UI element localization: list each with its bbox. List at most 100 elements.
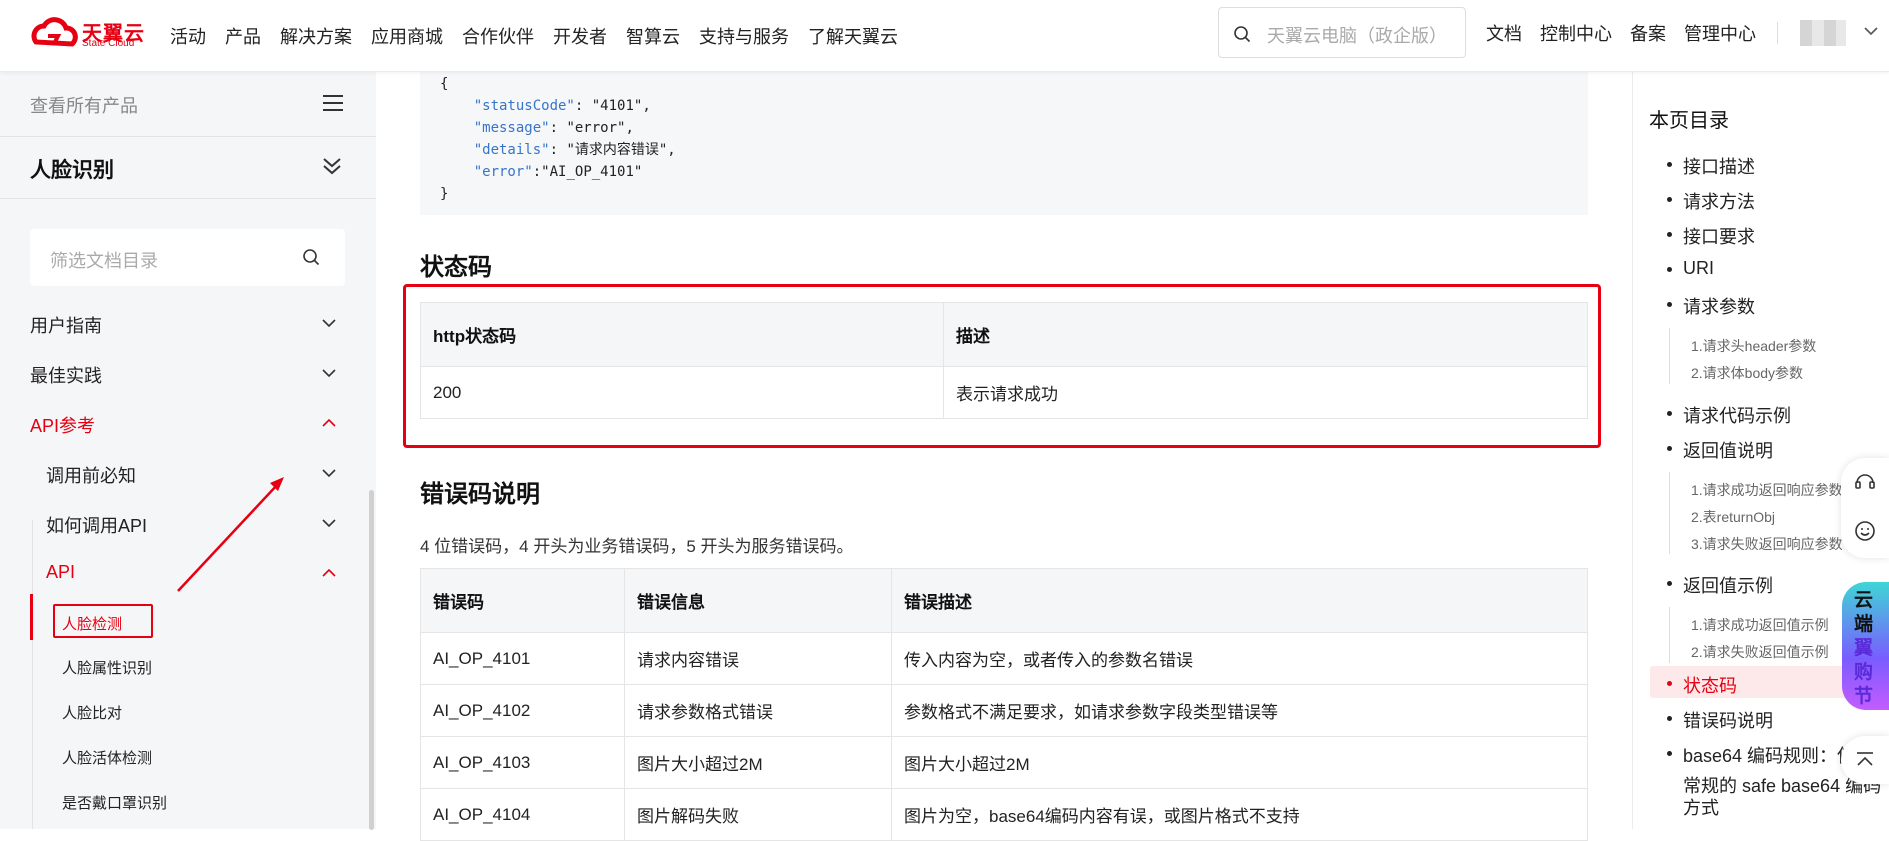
sidebar-subitem-face-attributes[interactable]: 人脸属性识别 (62, 657, 152, 678)
nav-item-ai-cloud[interactable]: 智算云 (626, 23, 680, 49)
toc-item[interactable]: 请求代码示例 (1667, 402, 1791, 428)
sidebar-item-how-to-call[interactable]: 如何调用API (46, 512, 147, 538)
search-input[interactable]: 天翼云电脑（政企版） (1218, 7, 1466, 58)
chevron-down-icon[interactable] (322, 518, 336, 528)
table-cell: 图片为空，base64编码内容有误，或图片格式不支持 (891, 788, 1588, 841)
nav-item-products[interactable]: 产品 (225, 23, 261, 49)
toc-item[interactable]: URI (1667, 258, 1714, 279)
nav-filing[interactable]: 备案 (1630, 20, 1666, 46)
table-header-cell: 错误信息 (624, 568, 892, 633)
table-cell: 请求内容错误 (624, 632, 892, 685)
logo-subtitle: State Cloud (82, 38, 135, 49)
headset-icon[interactable] (1854, 470, 1876, 492)
menu-icon[interactable] (322, 94, 344, 112)
toc-item[interactable]: 返回值说明 (1667, 437, 1773, 463)
table-cell: 请求参数格式错误 (624, 684, 892, 737)
floating-tools (1841, 458, 1889, 558)
promo-char: 购 (1854, 662, 1874, 683)
sidebar-item-best-practice[interactable]: 最佳实践 (30, 362, 102, 388)
table-cell: AI_OP_4104 (420, 788, 625, 841)
product-title: 人脸识别 (30, 159, 114, 182)
table-row: AI_OP_4103 图片大小超过2M 图片大小超过2M (420, 736, 1588, 789)
toc-subitem[interactable]: 1.请求成功返回响应参数 (1691, 480, 1843, 500)
nav-item-about[interactable]: 了解天翼云 (808, 23, 898, 49)
all-products-link[interactable]: 查看所有产品 (30, 92, 138, 118)
active-indicator (30, 594, 33, 640)
doc-sidebar: 查看所有产品 人脸识别 筛选文档目录 用户指南 最佳实践 API参考 调用前必知… (0, 72, 376, 830)
search-icon (303, 249, 320, 266)
chevron-down-icon[interactable] (322, 468, 336, 478)
table-cell: 图片大小超过2M (624, 736, 892, 789)
back-to-top-button[interactable] (1841, 736, 1889, 784)
toc-subline (1669, 472, 1670, 554)
sidebar-subitem-face-detection[interactable]: 人脸检测 (62, 613, 122, 634)
toc-item[interactable]: 接口描述 (1667, 153, 1755, 179)
chevron-down-icon[interactable] (1864, 26, 1878, 36)
nav-item-support[interactable]: 支持与服务 (699, 23, 789, 49)
table-cell: 图片大小超过2M (891, 736, 1588, 789)
sidebar-item-before-calling[interactable]: 调用前必知 (46, 462, 136, 488)
chevron-up-icon[interactable] (322, 568, 336, 578)
smile-icon[interactable] (1854, 520, 1876, 542)
toc-item-active[interactable]: 状态码 (1667, 672, 1737, 698)
sidebar-item-api-reference[interactable]: API参考 (30, 412, 95, 438)
search-icon (1234, 26, 1251, 43)
status-code-heading: 状态码 (420, 254, 492, 281)
toc-item-continued[interactable]: 方式 (1683, 794, 1719, 820)
divider (0, 136, 376, 137)
sidebar-subitem-liveness[interactable]: 人脸活体检测 (62, 747, 152, 768)
annotation-highlight-box (403, 284, 1601, 448)
sidebar-item-api[interactable]: API (46, 562, 75, 583)
code-block: { "statusCode": "4101", "message": "erro… (420, 72, 1588, 215)
toc-subitem[interactable]: 1.请求头header参数 (1691, 336, 1816, 356)
toc-item[interactable]: base64 编码规则：使 (1666, 742, 1855, 768)
tree-line (32, 520, 33, 829)
nav-docs[interactable]: 文档 (1486, 20, 1522, 46)
toc-item[interactable]: 请求参数 (1667, 293, 1755, 319)
toc-item[interactable]: 接口要求 (1667, 223, 1755, 249)
toc-subline (1669, 328, 1670, 384)
avatar[interactable] (1800, 20, 1846, 46)
toc-item[interactable]: 返回值示例 (1667, 572, 1773, 598)
table-cell: 传入内容为空，或者传入的参数名错误 (891, 632, 1588, 685)
toc-item[interactable]: 请求方法 (1667, 188, 1755, 214)
doc-filter-input[interactable]: 筛选文档目录 (30, 229, 345, 286)
toc-subitem[interactable]: 2.表returnObj (1691, 507, 1775, 527)
double-chevron-down-icon[interactable] (320, 154, 344, 178)
divider (0, 198, 376, 199)
error-code-description: 4 位错误码，4 开头为业务错误码，5 开头为服务错误码。 (420, 537, 854, 556)
nav-item-solutions[interactable]: 解决方案 (280, 23, 352, 49)
header-separator (1777, 22, 1778, 44)
page-toc: 本页目录 接口描述 请求方法 接口要求 URI 请求参数 1.请求头header… (1632, 72, 1889, 829)
toc-subitem[interactable]: 2.请求失败返回值示例 (1691, 642, 1829, 662)
toc-subitem[interactable]: 2.请求体body参数 (1691, 363, 1803, 383)
nav-item-marketplace[interactable]: 应用商城 (371, 23, 443, 49)
table-row: AI_OP_4101 请求内容错误 传入内容为空，或者传入的参数名错误 (420, 632, 1588, 685)
chevron-down-icon[interactable] (322, 318, 336, 328)
table-cell: 参数格式不满足要求，如请求参数字段类型错误等 (891, 684, 1588, 737)
toc-subitem[interactable]: 3.请求失败返回响应参数 (1691, 534, 1843, 554)
promo-char: 云 (1854, 590, 1874, 611)
promo-char: 翼 (1854, 638, 1874, 659)
nav-item-activity[interactable]: 活动 (170, 23, 206, 49)
header-right-nav: 文档 控制中心 备案 管理中心 (1486, 0, 1774, 66)
error-code-heading: 错误码说明 (420, 481, 540, 508)
promo-char: 端 (1854, 614, 1874, 635)
toc-item[interactable]: 错误码说明 (1667, 707, 1773, 733)
sidebar-subitem-face-compare[interactable]: 人脸比对 (62, 702, 122, 723)
sidebar-item-user-guide[interactable]: 用户指南 (30, 312, 102, 338)
sidebar-scrollbar[interactable] (369, 490, 374, 830)
table-cell: AI_OP_4101 (420, 632, 625, 685)
promo-banner[interactable]: 云 端 翼 购 节 (1842, 582, 1889, 710)
chevron-up-icon[interactable] (322, 418, 336, 428)
nav-console[interactable]: 控制中心 (1540, 20, 1612, 46)
toc-subitem[interactable]: 1.请求成功返回值示例 (1691, 615, 1829, 635)
nav-item-developers[interactable]: 开发者 (553, 23, 607, 49)
search-placeholder: 天翼云电脑（政企版） (1267, 26, 1447, 46)
table-row: AI_OP_4104 图片解码失败 图片为空，base64编码内容有误，或图片格… (420, 788, 1588, 841)
table-cell: AI_OP_4102 (420, 684, 625, 737)
chevron-down-icon[interactable] (322, 368, 336, 378)
nav-item-partners[interactable]: 合作伙伴 (462, 23, 534, 49)
sidebar-subitem-mask[interactable]: 是否戴口罩识别 (62, 792, 167, 813)
nav-management[interactable]: 管理中心 (1684, 20, 1756, 46)
